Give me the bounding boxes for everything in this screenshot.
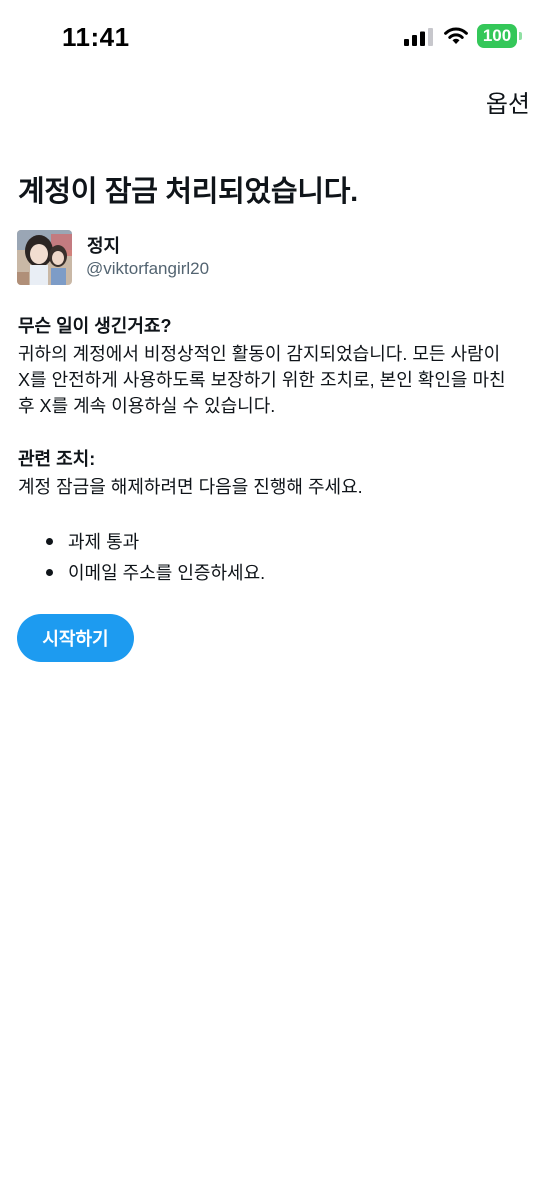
status-bar: 11:41 100 <box>0 0 554 72</box>
account-name: 정지 <box>87 236 121 256</box>
wifi-icon <box>444 27 468 44</box>
list-item-label: 이메일 주소를 인증하세요. <box>68 563 266 583</box>
what-happened-text: 귀하의 계정에서 비정상적인 활동이 감지되었습니다. 모든 사람이 X를 안전… <box>18 341 538 419</box>
locked-account-screen: 11:41 100 옵션 계정이 잠금 처리되었습니다. 정지 @viktorf… <box>0 0 554 1199</box>
battery-icon: 100 <box>477 24 517 48</box>
status-time: 11:41 <box>62 22 130 52</box>
start-button[interactable]: 시작하기 <box>17 614 134 662</box>
what-happened-line: 귀하의 계정에서 비정상적인 활동이 감지되었습니다. 모든 사람이 <box>18 344 501 364</box>
avatar <box>17 230 72 285</box>
account-handle: @viktorfangirl20 <box>86 259 210 278</box>
options-link[interactable]: 옵션 <box>486 84 530 119</box>
page-title: 계정이 잠금 처리되었습니다. <box>18 176 358 208</box>
signal-icon <box>404 28 433 46</box>
what-happened-line: X를 안전하게 사용하도록 보장하기 위한 조치로, 본인 확인을 마친 <box>18 370 506 390</box>
required-steps-list: 과제 통과 이메일 주소를 인증하세요. <box>43 529 265 591</box>
list-item: 과제 통과 <box>43 529 265 560</box>
what-happened-heading: 무슨 일이 생긴거죠? <box>18 316 172 336</box>
bullet-icon <box>46 569 53 576</box>
related-actions-heading: 관련 조치: <box>18 449 96 469</box>
what-happened-line: 후 X를 계속 이용하실 수 있습니다. <box>18 396 276 416</box>
list-item: 이메일 주소를 인증하세요. <box>43 560 265 591</box>
battery-level: 100 <box>482 26 512 45</box>
list-item-label: 과제 통과 <box>68 532 140 552</box>
related-actions-text: 계정 잠금을 해제하려면 다음을 진행해 주세요. <box>18 477 363 497</box>
bullet-icon <box>46 538 53 545</box>
battery-cap <box>519 32 522 40</box>
